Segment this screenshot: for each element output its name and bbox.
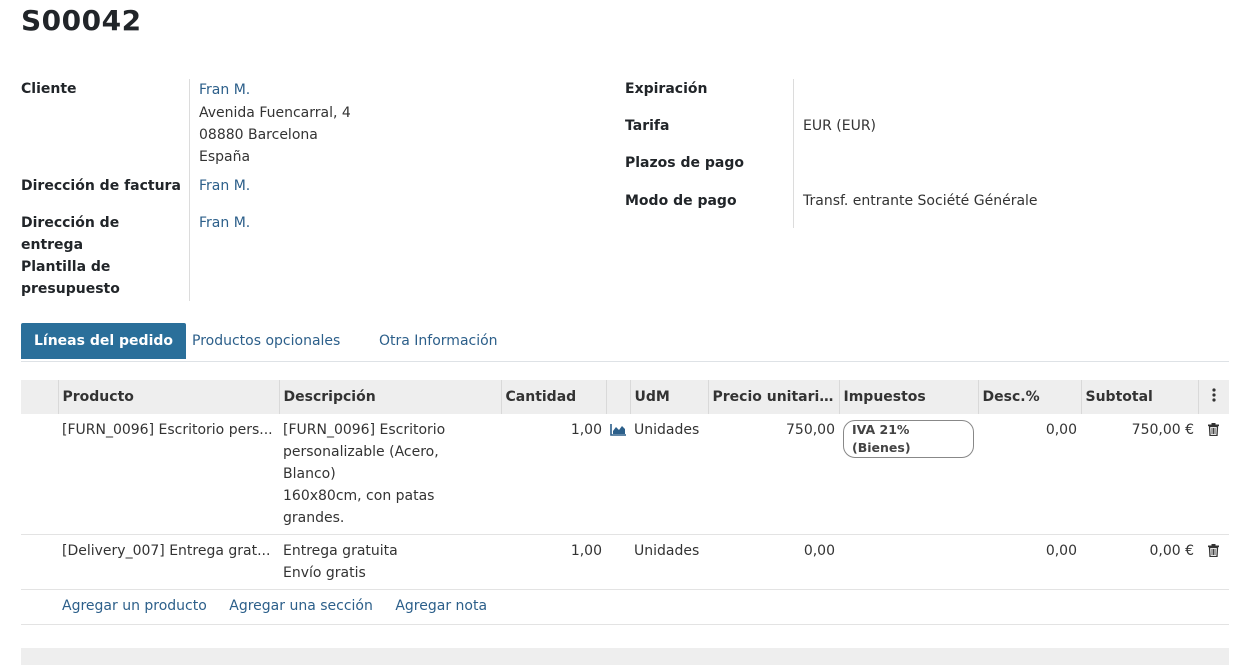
table-header-row: Producto Descripción Cantidad UdM Precio… xyxy=(21,380,1229,414)
row-descripcion-line: Envío gratis xyxy=(283,565,366,581)
subtotal-header[interactable]: Subtotal xyxy=(1081,380,1199,414)
row-subtotal: 750,00 € xyxy=(1081,414,1198,535)
tarifa-value[interactable]: EUR (EUR) xyxy=(803,115,876,138)
plazos-label: Plazos de pago xyxy=(625,155,744,171)
row-cantidad[interactable]: 1,00 xyxy=(501,534,606,590)
cliente-address-line3: España xyxy=(199,149,251,165)
totals-bar xyxy=(21,648,1229,665)
add-section-link[interactable]: Agregar una sección xyxy=(229,598,373,614)
precio-header[interactable]: Precio unitario... xyxy=(708,380,840,414)
row-precio[interactable]: 0,00 xyxy=(708,534,839,590)
descuento-header[interactable]: Desc.% xyxy=(978,380,1082,414)
modo-label: Modo de pago xyxy=(625,193,737,209)
tab-otra-informacion[interactable]: Otra Información xyxy=(379,323,498,359)
row-udm[interactable]: Unidades xyxy=(630,534,708,590)
add-note-link[interactable]: Agregar nota xyxy=(395,598,487,614)
row-descripcion-line: Blanco) xyxy=(283,466,336,482)
factura-link[interactable]: Fran M. xyxy=(199,175,250,198)
factura-label: Dirección de factura xyxy=(21,178,181,194)
add-links-cell: Agregar un producto Agregar una sección … xyxy=(58,589,1229,625)
table-row[interactable]: [Delivery_007] Entrega grat... Entrega g… xyxy=(21,534,1229,590)
row-descripcion[interactable]: Entrega gratuita Envío gratis xyxy=(279,534,501,590)
row-handle xyxy=(21,534,58,590)
forecast-column-header xyxy=(606,380,631,414)
row-descripcion-line: [FURN_0096] Escritorio xyxy=(283,422,446,438)
trash-icon[interactable] xyxy=(1198,414,1229,535)
descripcion-header[interactable]: Descripción xyxy=(279,380,502,414)
tab-productos-opcionales[interactable]: Productos opcionales xyxy=(192,323,340,359)
column-options-icon[interactable] xyxy=(1198,380,1229,414)
plantilla-label-line1: Plantilla de xyxy=(21,259,111,275)
page-title: S00042 xyxy=(21,4,142,37)
trash-icon[interactable] xyxy=(1198,534,1229,590)
cantidad-header[interactable]: Cantidad xyxy=(501,380,607,414)
cliente-address-line1: Avenida Fuencarral, 4 xyxy=(199,105,351,121)
row-producto[interactable]: [Delivery_007] Entrega grat... xyxy=(58,534,279,590)
add-row-spacer xyxy=(21,589,58,625)
row-impuestos[interactable]: IVA 21% (Bienes) xyxy=(839,414,978,535)
producto-header[interactable]: Producto xyxy=(58,380,280,414)
row-descuento[interactable]: 0,00 xyxy=(978,534,1081,590)
row-descuento[interactable]: 0,00 xyxy=(978,414,1081,535)
row-udm[interactable]: Unidades xyxy=(630,414,708,535)
modo-value[interactable]: Transf. entrante Société Générale xyxy=(803,190,1038,213)
row-impuestos[interactable] xyxy=(839,534,978,590)
entrega-label-line1: Dirección de xyxy=(21,215,120,231)
row-descripcion-line: personalizable (Acero, xyxy=(283,444,439,460)
row-descripcion-line: 160x80cm, con patas xyxy=(283,488,435,504)
forecast-chart-icon[interactable] xyxy=(606,414,630,535)
cliente-link[interactable]: Fran M. xyxy=(199,79,250,102)
row-cantidad[interactable]: 1,00 xyxy=(501,414,606,535)
udm-header[interactable]: UdM xyxy=(630,380,709,414)
table-row[interactable]: [FURN_0096] Escritorio pers... [FURN_009… xyxy=(21,414,1229,535)
cliente-label: Cliente xyxy=(21,81,77,97)
add-product-link[interactable]: Agregar un producto xyxy=(62,598,207,614)
notebook-tabs: Líneas del pedido Productos opcionales O… xyxy=(21,323,1229,362)
expiracion-label: Expiración xyxy=(625,81,708,97)
row-producto[interactable]: [FURN_0096] Escritorio pers... xyxy=(58,414,279,535)
handle-column-header xyxy=(21,380,59,414)
row-descripcion-line: Entrega gratuita xyxy=(283,543,398,559)
row-handle xyxy=(21,414,58,535)
entrega-label-line2: entrega xyxy=(21,237,84,253)
add-line-row: Agregar un producto Agregar una sección … xyxy=(21,589,1229,625)
row-precio[interactable]: 750,00 xyxy=(708,414,839,535)
tab-lineas-pedido[interactable]: Líneas del pedido xyxy=(21,323,187,359)
row-subtotal: 0,00 € xyxy=(1081,534,1198,590)
forecast-cell xyxy=(606,534,630,590)
impuestos-header[interactable]: Impuestos xyxy=(839,380,979,414)
entrega-link[interactable]: Fran M. xyxy=(199,212,250,235)
order-lines-table: Producto Descripción Cantidad UdM Precio… xyxy=(21,380,1229,625)
tarifa-label: Tarifa xyxy=(625,118,670,134)
right-separator xyxy=(793,79,794,228)
cliente-address-line2: 08880 Barcelona xyxy=(199,127,318,143)
row-descripcion[interactable]: [FURN_0096] Escritorio personalizable (A… xyxy=(279,414,501,535)
row-descripcion-line: grandes. xyxy=(283,510,345,526)
tax-badge: IVA 21% (Bienes) xyxy=(843,420,974,458)
left-separator xyxy=(189,79,190,301)
plantilla-label-line2: presupuesto xyxy=(21,281,120,297)
